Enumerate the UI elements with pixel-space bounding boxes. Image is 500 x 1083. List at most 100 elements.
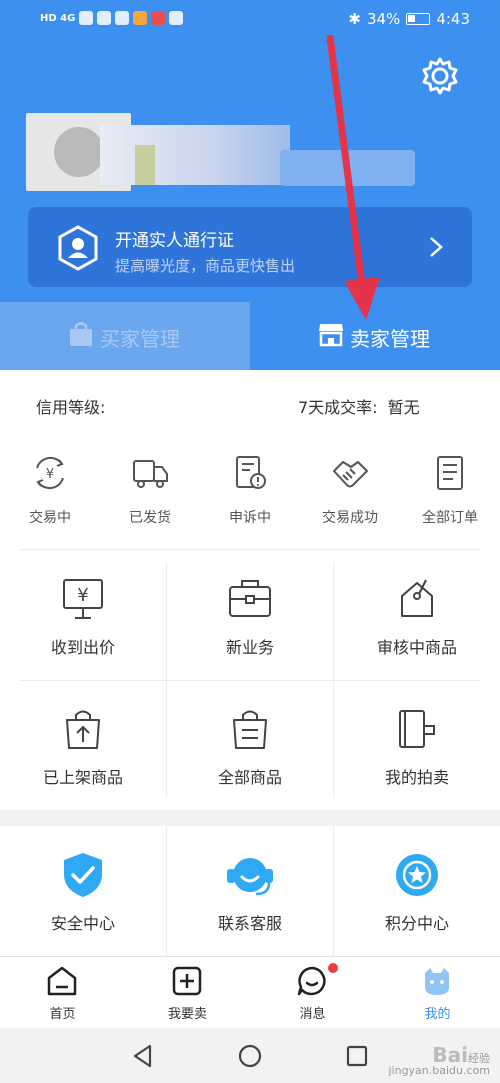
handshake-icon xyxy=(333,461,368,488)
nav-label: 消息 xyxy=(299,1007,326,1022)
username-redacted xyxy=(135,145,155,185)
battery-percent: 34% xyxy=(366,10,401,28)
divider xyxy=(20,680,480,681)
grid-listed-items[interactable]: 已上架商品 xyxy=(0,692,166,810)
order-status-label: 交易中 xyxy=(29,510,71,526)
app-notification-icon xyxy=(151,11,166,25)
nav-label: 我要卖 xyxy=(167,1007,207,1022)
svg-text:¥: ¥ xyxy=(46,467,54,482)
annotation-arrow xyxy=(326,35,380,320)
transaction-rate-label: 7天成交率: xyxy=(298,398,378,417)
svg-text:¥: ¥ xyxy=(77,585,88,606)
order-status-row: ¥ 交易中 已发货 申诉中 交易成功 全部订单 xyxy=(0,452,500,542)
system-navigation-bar: Bai经验 jingyan.baidu.com xyxy=(0,1028,500,1083)
divider xyxy=(20,549,480,550)
divider xyxy=(333,826,334,956)
headset-icon xyxy=(227,858,273,896)
baidu-watermark: Bai经验 jingyan.baidu.com xyxy=(388,1045,490,1077)
points-center[interactable]: 积分中心 xyxy=(334,826,500,956)
nav-messages[interactable]: 消息 xyxy=(250,957,375,1029)
role-tabs: 买家管理 卖家管理 xyxy=(0,302,500,370)
services-panel: 安全中心 联系客服 积分中心 xyxy=(0,826,500,956)
tab-buyer-label: 买家管理 xyxy=(100,327,180,351)
security-center[interactable]: 安全中心 xyxy=(0,826,166,956)
app-notification-icon xyxy=(115,11,130,25)
tab-buyer[interactable]: 买家管理 xyxy=(0,302,250,370)
bag-list-icon xyxy=(233,710,267,749)
grid-label: 新业务 xyxy=(225,638,274,657)
order-status-label: 交易成功 xyxy=(322,510,378,526)
gear-icon[interactable] xyxy=(420,56,460,96)
divider xyxy=(166,826,167,956)
pass-subtitle: 提高曝光度，商品更快售出 xyxy=(115,257,296,275)
avatar-placeholder-icon xyxy=(53,127,104,177)
nav-label: 首页 xyxy=(49,1007,76,1022)
chevron-right-icon xyxy=(430,237,443,257)
transaction-rate-value: 暂无 xyxy=(387,398,420,417)
home-icon xyxy=(47,966,77,996)
order-status-completed[interactable]: 交易成功 xyxy=(300,452,400,542)
nav-mine[interactable]: 我的 xyxy=(375,957,500,1029)
search-notification-icon xyxy=(169,11,184,25)
order-status-trading[interactable]: ¥ 交易中 xyxy=(0,452,100,542)
order-status-disputed[interactable]: 申诉中 xyxy=(200,452,300,542)
contact-support[interactable]: 联系客服 xyxy=(167,826,333,956)
mascot-icon xyxy=(425,968,449,995)
grid-label: 我的拍卖 xyxy=(384,768,449,787)
service-label: 积分中心 xyxy=(384,914,449,933)
grid-label: 已上架商品 xyxy=(42,768,123,787)
status-icons-right: ✱ 34% 4:43 xyxy=(348,10,470,28)
profile-header: HD 4G ✱ 34% 4:43 开通实人通行证 提高曝光度，商品更快售出 买家… xyxy=(0,0,500,370)
grid-new-business[interactable]: 新业务 xyxy=(167,562,333,680)
grid-label: 收到出价 xyxy=(50,638,115,657)
nav-home[interactable]: 首页 xyxy=(0,957,125,1029)
grid-all-items[interactable]: 全部商品 xyxy=(167,692,333,810)
status-icons-left: HD 4G xyxy=(40,11,184,25)
bottom-navigation: 首页 我要卖 消息 我的 xyxy=(0,956,500,1028)
clock: 4:43 xyxy=(436,10,470,28)
grid-my-auctions[interactable]: 我的拍卖 xyxy=(334,692,500,810)
nav-label: 我的 xyxy=(424,1007,451,1022)
plus-box-icon xyxy=(172,966,202,996)
shield-check-icon xyxy=(64,853,102,897)
bag-up-icon xyxy=(66,710,100,749)
grid-offers-received[interactable]: ¥ 收到出价 xyxy=(0,562,166,680)
order-status-label: 全部订单 xyxy=(422,510,478,526)
tab-seller-label: 卖家管理 xyxy=(350,327,430,351)
yen-sign-icon: ¥ xyxy=(63,579,103,619)
watermark-url: jingyan.baidu.com xyxy=(388,1064,490,1077)
grid-label: 全部商品 xyxy=(217,768,282,787)
wifi-icon xyxy=(79,11,94,25)
order-status-shipped[interactable]: 已发货 xyxy=(100,452,200,542)
nav-sell[interactable]: 我要卖 xyxy=(125,957,250,1029)
grid-under-review[interactable]: 审核中商品 xyxy=(334,562,500,680)
service-label: 联系客服 xyxy=(217,914,282,933)
order-status-all[interactable]: 全部订单 xyxy=(400,452,500,542)
back-icon[interactable] xyxy=(130,1043,156,1069)
doc-alert-icon xyxy=(236,456,266,489)
grid-label: 审核中商品 xyxy=(376,638,457,657)
credit-level-label: 信用等级: xyxy=(36,398,106,417)
divider xyxy=(166,562,167,798)
yen-cycle-icon: ¥ xyxy=(36,456,64,490)
pass-title: 开通实人通行证 xyxy=(115,231,234,251)
home-circle-icon[interactable] xyxy=(237,1043,263,1069)
real-name-pass-banner[interactable]: 开通实人通行证 提高曝光度，商品更快售出 xyxy=(28,207,472,287)
app-notification-icon xyxy=(97,11,112,25)
service-label: 安全中心 xyxy=(50,914,115,933)
app-notification-icon xyxy=(133,11,148,25)
list-doc-icon xyxy=(437,456,463,490)
recents-icon[interactable] xyxy=(344,1043,370,1069)
battery-icon xyxy=(406,13,431,25)
username-redacted xyxy=(100,125,290,185)
briefcase-icon xyxy=(229,580,271,617)
shopping-bag-icon xyxy=(70,322,92,346)
status-bar: HD 4G ✱ 34% 4:43 xyxy=(0,0,500,40)
transaction-rate: 7天成交率: 暂无 xyxy=(288,394,420,418)
unread-badge xyxy=(328,963,338,973)
seller-management-panel: 信用等级: 7天成交率: 暂无 ¥ 交易中 已发货 申诉中 交易成功 全部订单 … xyxy=(0,370,500,810)
user-shield-icon xyxy=(58,225,98,271)
chat-icon xyxy=(297,966,326,996)
order-status-label: 已发货 xyxy=(129,510,171,526)
network-indicator: HD 4G xyxy=(40,12,76,24)
